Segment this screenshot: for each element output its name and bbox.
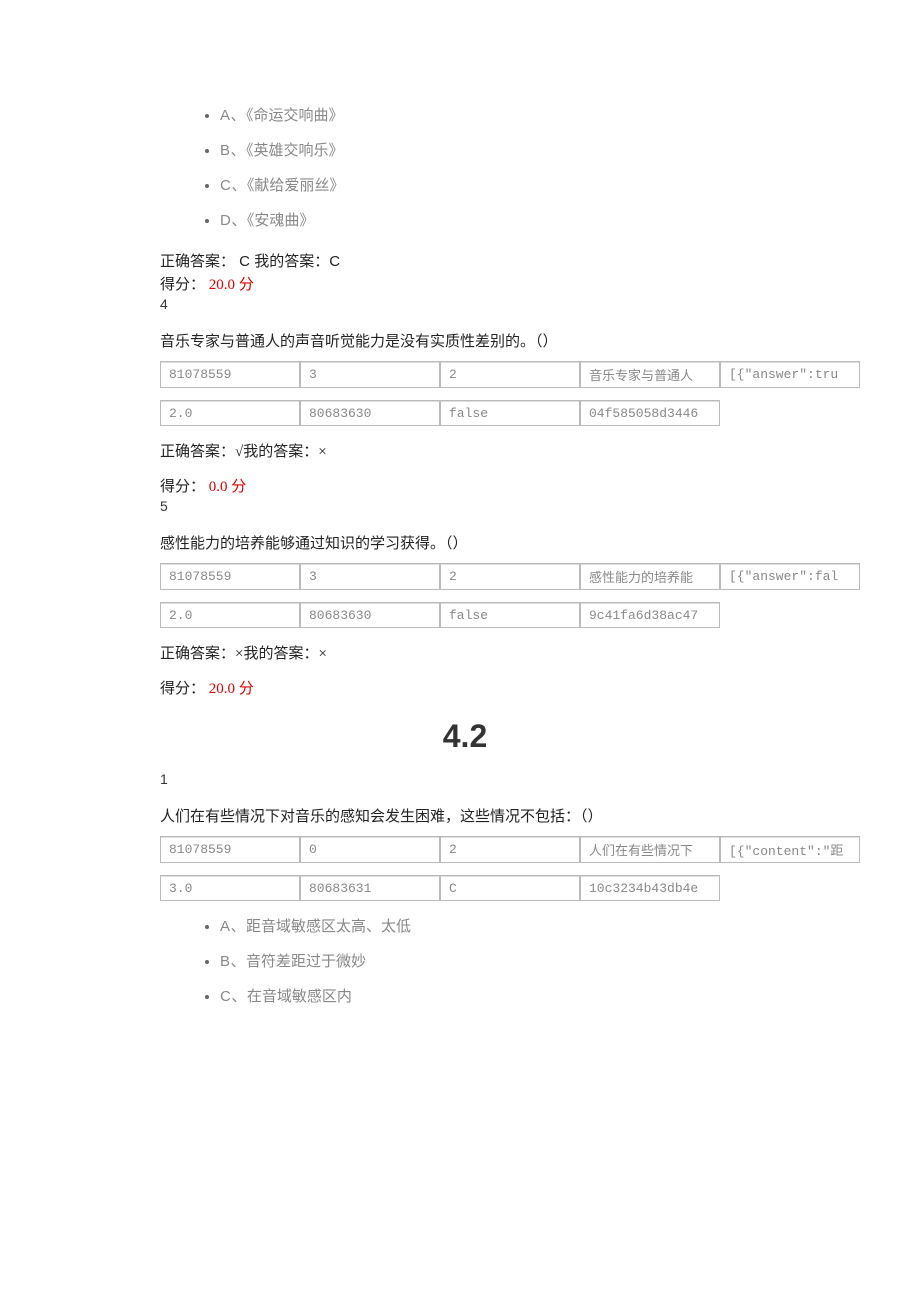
q4-score-line: 得分： 0.0 分 xyxy=(160,475,770,496)
option-letter: B、 xyxy=(220,142,246,159)
cell: 04f585058d3446 xyxy=(580,400,720,426)
cell: 81078559 xyxy=(160,361,300,388)
q3-option-b: B、《英雄交响乐》 xyxy=(220,139,770,160)
table-row: 81078559 3 2 感性能力的培养能 [{"answer":fal xyxy=(160,563,860,590)
score-unit: 分 xyxy=(231,479,246,495)
cell: 2 xyxy=(440,563,580,590)
option-letter: C、 xyxy=(220,988,247,1005)
table-row: 2.0 80683630 false 9c41fa6d38ac47 xyxy=(160,602,720,628)
cell: [{"content":"距 xyxy=(720,836,860,863)
q5-answer-line: 正确答案：×我的答案：× xyxy=(160,642,770,663)
cell: 3.0 xyxy=(160,875,300,901)
s1-option-a: A、距音域敏感区太高、太低 xyxy=(220,915,770,936)
my-answer-value: C xyxy=(329,253,340,270)
s1-option-b: B、音符差距过于微妙 xyxy=(220,950,770,971)
option-text: 《英雄交响乐》 xyxy=(246,143,344,159)
option-letter: C、 xyxy=(220,177,247,194)
cell: 81078559 xyxy=(160,836,300,863)
cell: false xyxy=(440,400,580,426)
score-value: 0.0 xyxy=(205,479,231,495)
q3-score-line: 得分： 20.0 分 xyxy=(160,273,770,294)
cell: 音乐专家与普通人 xyxy=(580,361,720,388)
option-letter: D、 xyxy=(220,212,247,229)
s1-option-c: C、在音域敏感区内 xyxy=(220,985,770,1006)
correct-answer-label: 正确答案： xyxy=(160,646,235,662)
table-row: 2.0 80683630 false 04f585058d3446 xyxy=(160,400,720,426)
s1-table-1: 81078559 0 2 人们在有些情况下 [{"content":"距 xyxy=(160,836,860,863)
q4-answer-line: 正确答案：√我的答案：× xyxy=(160,440,770,461)
score-label: 得分： xyxy=(160,277,205,293)
cell: [{"answer":tru xyxy=(720,361,860,388)
document-page: A、《命运交响曲》 B、《英雄交响乐》 C、《献给爱丽丝》 D、《安魂曲》 正确… xyxy=(0,0,920,1086)
s1-text: 人们在有些情况下对音乐的感知会发生困难，这些情况不包括：（） xyxy=(160,805,770,826)
option-letter: A、 xyxy=(220,107,246,124)
cell: 9c41fa6d38ac47 xyxy=(580,602,720,628)
cell: 10c3234b43db4e xyxy=(580,875,720,901)
s1-table-2: 3.0 80683631 C 10c3234b43db4e xyxy=(160,875,720,901)
table-row: 81078559 3 2 音乐专家与普通人 [{"answer":tru xyxy=(160,361,860,388)
table-row: 3.0 80683631 C 10c3234b43db4e xyxy=(160,875,720,901)
q3-option-d: D、《安魂曲》 xyxy=(220,209,770,230)
q4-table-1: 81078559 3 2 音乐专家与普通人 [{"answer":tru xyxy=(160,361,860,388)
q3-option-a: A、《命运交响曲》 xyxy=(220,104,770,125)
option-text: 在音域敏感区内 xyxy=(247,989,352,1005)
score-label: 得分： xyxy=(160,479,205,495)
q3-option-c: C、《献给爱丽丝》 xyxy=(220,174,770,195)
cell: 2 xyxy=(440,836,580,863)
q5-score-line: 得分： 20.0 分 xyxy=(160,677,770,698)
option-letter: A、 xyxy=(220,918,246,935)
cell: 0 xyxy=(300,836,440,863)
q3-options: A、《命运交响曲》 B、《英雄交响乐》 C、《献给爱丽丝》 D、《安魂曲》 xyxy=(160,104,770,230)
option-text: 《献给爱丽丝》 xyxy=(247,178,345,194)
q5-table-1: 81078559 3 2 感性能力的培养能 [{"answer":fal xyxy=(160,563,860,590)
cell: 80683630 xyxy=(300,400,440,426)
score-label: 得分： xyxy=(160,681,205,697)
option-text: 距音域敏感区太高、太低 xyxy=(246,919,411,935)
cell: 2 xyxy=(440,361,580,388)
correct-answer-value: C xyxy=(235,253,254,270)
q5-text: 感性能力的培养能够通过知识的学习获得。（） xyxy=(160,532,770,553)
cell: 80683631 xyxy=(300,875,440,901)
cell: 感性能力的培养能 xyxy=(580,563,720,590)
my-answer-value: × xyxy=(318,444,326,460)
s1-options: A、距音域敏感区太高、太低 B、音符差距过于微妙 C、在音域敏感区内 xyxy=(160,915,770,1006)
cell: 2.0 xyxy=(160,400,300,426)
cell: C xyxy=(440,875,580,901)
score-unit: 分 xyxy=(239,681,254,697)
score-value: 20.0 xyxy=(205,681,239,697)
q4-number: 4 xyxy=(160,296,770,312)
table-row: 81078559 0 2 人们在有些情况下 [{"content":"距 xyxy=(160,836,860,863)
my-answer-value: × xyxy=(319,646,327,662)
q5-table-2: 2.0 80683630 false 9c41fa6d38ac47 xyxy=(160,602,720,628)
q5-number: 5 xyxy=(160,498,770,514)
correct-answer-label: 正确答案： xyxy=(160,444,235,460)
option-letter: B、 xyxy=(220,953,246,970)
cell: 3 xyxy=(300,563,440,590)
option-text: 《命运交响曲》 xyxy=(246,108,344,124)
cell: 81078559 xyxy=(160,563,300,590)
cell: 2.0 xyxy=(160,602,300,628)
correct-answer-label: 正确答案： xyxy=(160,254,235,270)
score-unit: 分 xyxy=(239,277,254,293)
score-value: 20.0 xyxy=(205,277,239,293)
correct-answer-value: √ xyxy=(235,444,243,460)
cell: 80683630 xyxy=(300,602,440,628)
q3-answer-line: 正确答案： C 我的答案：C xyxy=(160,250,770,271)
section-heading: 4.2 xyxy=(160,718,770,755)
cell: false xyxy=(440,602,580,628)
s1-number: 1 xyxy=(160,771,770,787)
option-text: 音符差距过于微妙 xyxy=(246,954,366,970)
q4-table-2: 2.0 80683630 false 04f585058d3446 xyxy=(160,400,720,426)
my-answer-label: 我的答案： xyxy=(243,646,318,662)
cell: [{"answer":fal xyxy=(720,563,860,590)
cell: 人们在有些情况下 xyxy=(580,836,720,863)
cell: 3 xyxy=(300,361,440,388)
my-answer-label: 我的答案： xyxy=(243,444,318,460)
option-text: 《安魂曲》 xyxy=(247,213,315,229)
q4-text: 音乐专家与普通人的声音听觉能力是没有实质性差别的。（） xyxy=(160,330,770,351)
my-answer-label: 我的答案： xyxy=(254,254,329,270)
